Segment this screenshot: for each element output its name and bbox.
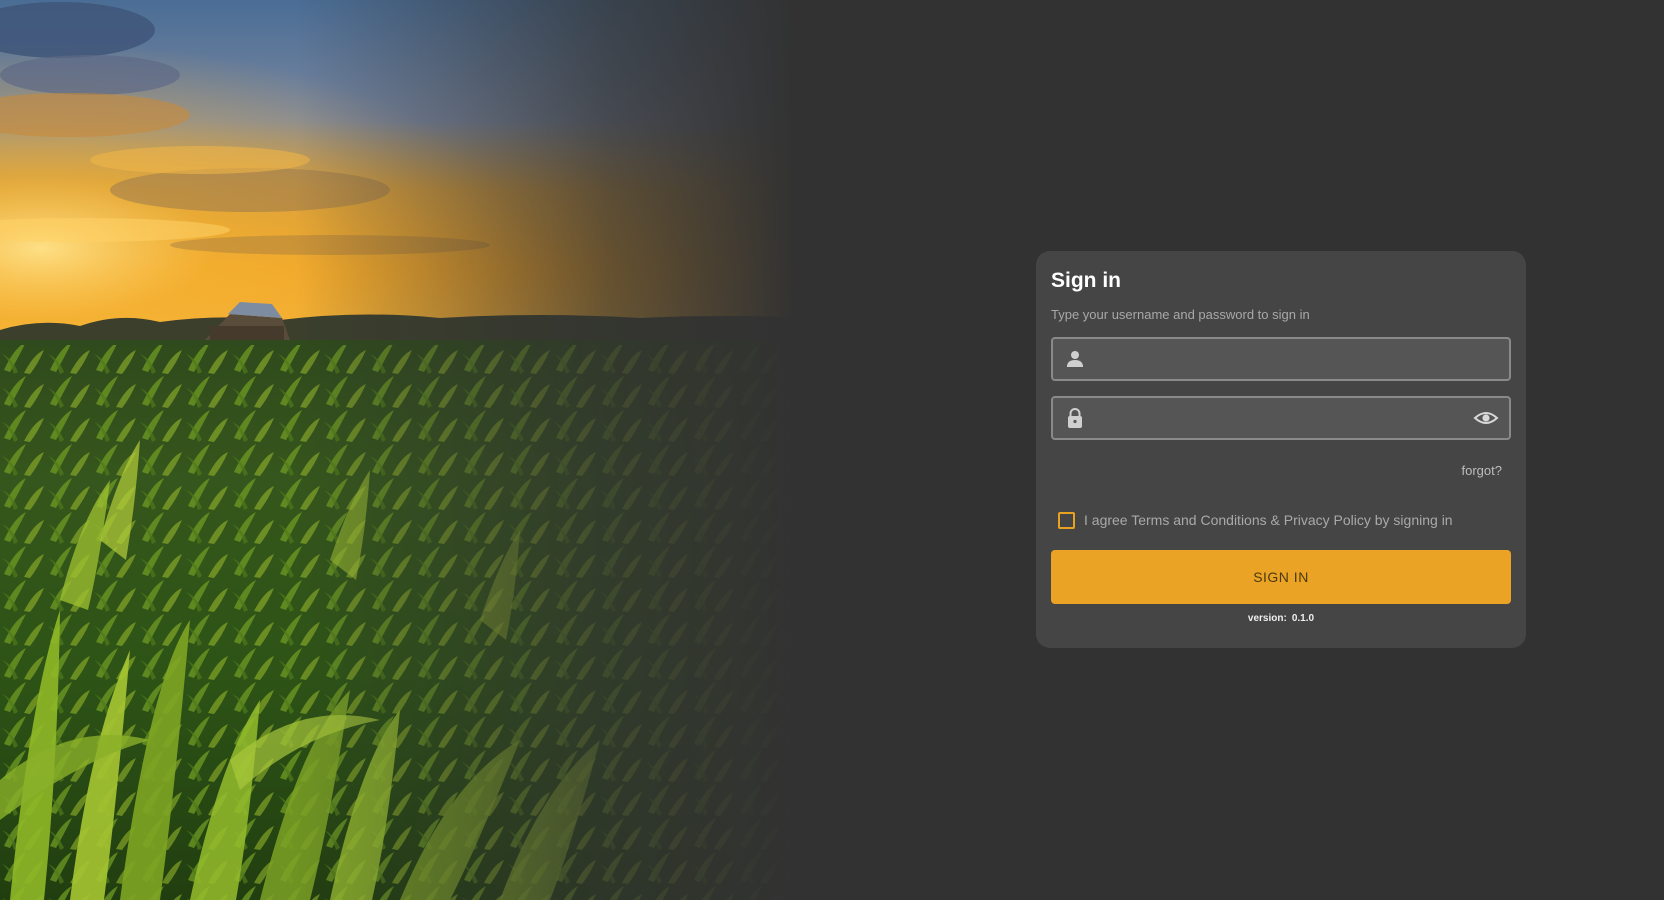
terms-agreement: I agree Terms and Conditions & Privacy P… [1058,510,1510,530]
terms-label: I agree Terms and Conditions & Privacy P… [1084,512,1453,528]
eye-icon[interactable] [1473,408,1499,428]
signin-button[interactable]: SIGN IN [1051,550,1511,604]
version-value: 0.1.0 [1291,613,1315,624]
lock-icon [1068,408,1082,428]
cornfield-sunset-illustration [0,0,820,900]
version-info: version: 0.1.0 [1051,613,1511,624]
forgot-row: forgot? [1051,462,1511,480]
signin-card: Sign in Type your username and password … [1036,251,1526,648]
page-title: Sign in [1051,269,1121,292]
forgot-password-link[interactable]: forgot? [1462,463,1502,478]
username-input[interactable] [1097,339,1461,381]
username-field[interactable] [1051,337,1511,381]
terms-checkbox[interactable] [1058,511,1075,529]
password-field[interactable] [1051,396,1511,440]
hero-image [0,0,820,900]
version-label: version: [1247,613,1287,624]
user-icon [1067,351,1083,367]
login-page: Sign in Type your username and password … [0,0,1664,900]
password-input[interactable] [1097,398,1461,440]
signin-subtitle: Type your username and password to sign … [1051,307,1310,322]
